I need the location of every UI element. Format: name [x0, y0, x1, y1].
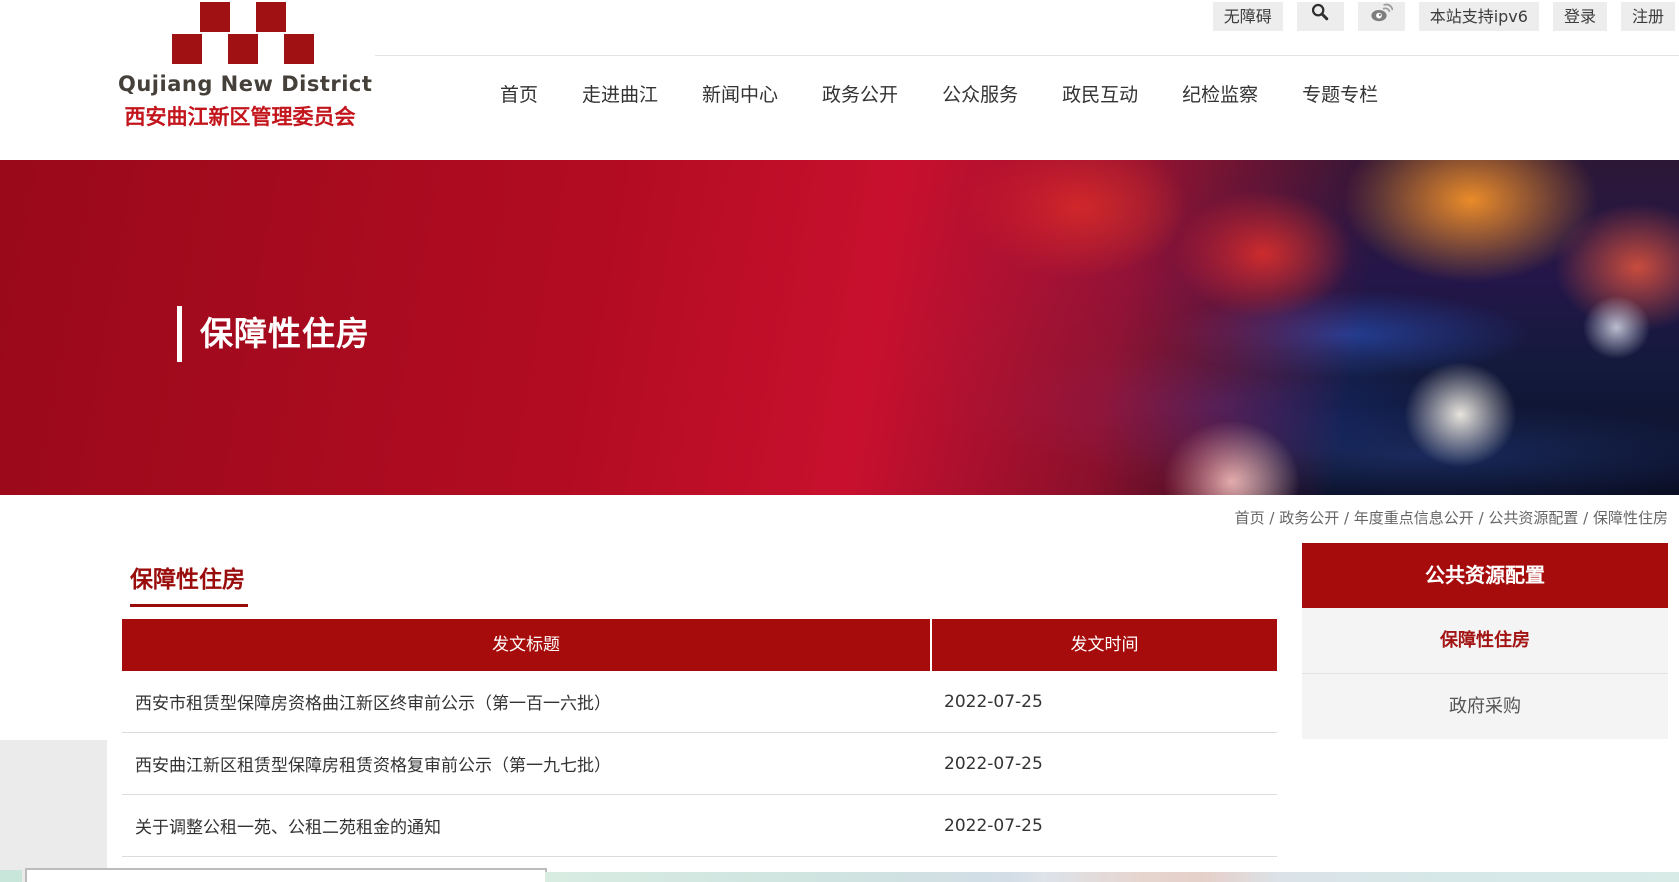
nav-divider	[375, 55, 1679, 56]
register-button[interactable]: 注册	[1621, 2, 1675, 31]
sidebar-item-affordable-housing[interactable]: 保障性住房	[1302, 608, 1668, 673]
article-date: 2022-07-25	[932, 754, 1043, 774]
page-title: 保障性住房	[130, 560, 245, 594]
article-title-link[interactable]: 西安市租赁型保障房资格曲江新区终审前公示（第一百一六批）	[122, 689, 932, 714]
nav-item[interactable]: 公众服务	[942, 80, 1018, 107]
article-title-link[interactable]: 西安曲江新区租赁型保障房租赁资格复审前公示（第一九七批）	[122, 751, 932, 776]
main-nav: 首页 走进曲江 新闻中心 政务公开 公众服务 政民互动 纪检监察 专题专栏	[500, 80, 1378, 107]
article-table: 发文标题 发文时间 西安市租赁型保障房资格曲江新区终审前公示（第一百一六批） 2…	[122, 619, 1277, 857]
sidebar-header: 公共资源配置	[1302, 543, 1668, 608]
bottom-corner-fragment	[0, 870, 22, 882]
page: 无障碍 本站支持ipv6 登录 注册	[0, 0, 1679, 882]
breadcrumb[interactable]: 首页 / 政务公开 / 年度重点信息公开 / 公共资源配置 / 保障性住房	[1235, 507, 1668, 528]
banner-title: 保障性住房	[200, 306, 370, 362]
ipv6-badge[interactable]: 本站支持ipv6	[1419, 2, 1539, 31]
logo-title-cn: 西安曲江新区管理委员会	[118, 101, 362, 131]
nav-item[interactable]: 纪检监察	[1182, 80, 1258, 107]
table-row[interactable]: 西安曲江新区租赁型保障房租赁资格复审前公示（第一九七批） 2022-07-25	[122, 733, 1277, 795]
sidebar-menu: 公共资源配置 保障性住房 政府采购	[1302, 543, 1668, 739]
nav-item[interactable]: 专题专栏	[1302, 80, 1378, 107]
article-date: 2022-07-25	[932, 816, 1043, 836]
article-date: 2022-07-25	[932, 692, 1043, 712]
column-header-date: 发文时间	[932, 619, 1277, 671]
hero-banner: 保障性住房	[0, 160, 1679, 495]
left-gutter	[0, 740, 107, 882]
table-header: 发文标题 发文时间	[122, 619, 1277, 671]
login-button[interactable]: 登录	[1553, 2, 1607, 31]
banner-title-bar	[177, 306, 182, 362]
article-title-link[interactable]: 关于调整公租一苑、公租二苑租金的通知	[122, 813, 932, 838]
table-row[interactable]: 西安市租赁型保障房资格曲江新区终审前公示（第一百一六批） 2022-07-25	[122, 671, 1277, 733]
table-body: 西安市租赁型保障房资格曲江新区终审前公示（第一百一六批） 2022-07-25 …	[122, 671, 1277, 857]
nav-item[interactable]: 走进曲江	[582, 80, 658, 107]
page-title-underline	[130, 604, 248, 607]
column-header-title: 发文标题	[122, 619, 930, 671]
table-row[interactable]: 关于调整公租一苑、公租二苑租金的通知 2022-07-25	[122, 795, 1277, 857]
top-utility-bar: 无障碍 本站支持ipv6 登录 注册	[1213, 2, 1675, 31]
bottom-window-edge	[25, 868, 547, 882]
accessibility-button[interactable]: 无障碍	[1213, 2, 1283, 31]
nav-item[interactable]: 首页	[500, 80, 538, 107]
logo-checker-icon	[172, 2, 314, 64]
nav-item[interactable]: 政民互动	[1062, 80, 1138, 107]
sidebar-item-government-procurement[interactable]: 政府采购	[1302, 673, 1668, 739]
search-button[interactable]	[1297, 2, 1344, 31]
bottom-strip-fragment	[545, 872, 1679, 882]
weibo-icon	[1369, 0, 1393, 33]
nav-item[interactable]: 政务公开	[822, 80, 898, 107]
search-icon	[1309, 1, 1331, 32]
nav-item[interactable]: 新闻中心	[702, 80, 778, 107]
logo-title-en: Qujiang New District	[118, 72, 362, 96]
weibo-button[interactable]	[1358, 2, 1405, 31]
